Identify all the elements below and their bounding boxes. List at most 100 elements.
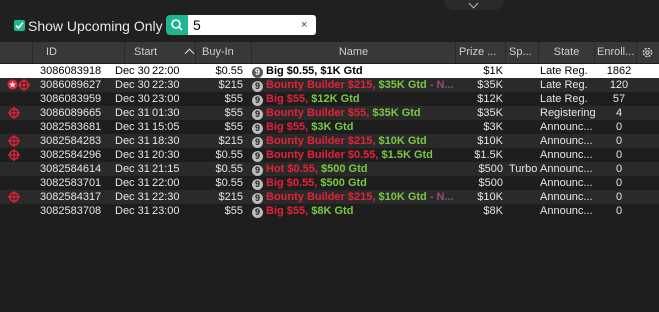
tournament-id: 3082584317 (40, 191, 102, 203)
table-row[interactable]: 3082584296 Dec 31 20:30 $0.55 9 Bounty Builde… (0, 148, 659, 162)
tournament-title: Big $55, (266, 93, 309, 105)
table-row[interactable]: 3086083959 Dec 30 23:00 $55 9 Big $55, $12K G… (0, 92, 659, 106)
start-date: Dec 31 (115, 149, 150, 161)
table-header: ID Start Buy-In Name Prize ... Sp... Sta… (0, 42, 659, 63)
game-type-badge: 9 (252, 67, 263, 78)
show-upcoming-checkbox[interactable] (14, 20, 25, 31)
start-date: Dec 31 (115, 121, 150, 133)
column-header-id[interactable]: ID (33, 42, 125, 63)
clear-search-icon[interactable]: × (301, 19, 307, 31)
table-row[interactable]: 3086089665 Dec 31 01:30 $55 9 Bounty Builder … (0, 106, 659, 120)
name-suffix: - N... (426, 191, 454, 203)
game-type-badge: 9 (252, 81, 263, 92)
start-date: Dec 31 (115, 191, 150, 203)
star-icon (7, 79, 18, 90)
table-row[interactable]: 3086089627 Dec 30 22:30 $215 9 Bounty Builder… (0, 78, 659, 92)
game-type-badge: 9 (252, 109, 263, 120)
enrolled-count: 0 (615, 205, 623, 217)
table-row[interactable]: 3082584283 Dec 31 18:30 $215 9 Bounty Builder… (0, 134, 659, 148)
bounty-target-icon (18, 79, 30, 91)
tournament-title: Big $0.55, (266, 177, 318, 189)
tournament-name: 9 Bounty Builder $0.55, $1.5K Gtd (252, 148, 456, 162)
state: Announc... (540, 163, 593, 175)
state: Late Reg. (540, 93, 588, 105)
bounty-target-icon (8, 149, 20, 161)
state: Late Reg. (540, 65, 588, 77)
table-row[interactable]: 3082584317 Dec 31 22:30 $215 9 Bounty Builder… (0, 190, 659, 204)
tournament-name: 9 Big $55, $3K Gtd (252, 120, 456, 134)
column-header-start-label: Start (134, 46, 158, 58)
game-type-badge: 9 (252, 193, 263, 204)
search-icon (171, 19, 183, 31)
tournament-id: 3086089665 (40, 107, 102, 119)
start-time: 22:30 (152, 191, 180, 203)
buy-in: $0.55 (215, 163, 243, 175)
table-row[interactable]: 3086083918 Dec 30 22:00 $0.55 9 Big $0.55, $1… (0, 64, 659, 78)
tournament-name: 9 Big $0.55, $1K Gtd (252, 64, 456, 78)
tournament-name: 9 Big $0.55, $500 Gtd (252, 176, 456, 190)
tournament-title: Big $55, (266, 121, 309, 133)
buy-in: $55 (224, 93, 243, 105)
tournament-name: 9 Bounty Builder $215, $10K Gtd - N... (252, 190, 456, 204)
tournament-title: Big $55, (266, 205, 309, 217)
tournament-title: Bounty Builder $55, (266, 107, 370, 119)
start-time: 21:15 (152, 163, 180, 175)
buy-in: $55 (224, 205, 243, 217)
column-header-speed[interactable]: Sp... (506, 42, 539, 63)
game-type-badge: 9 (252, 123, 263, 134)
enrolled-count: 0 (615, 149, 623, 161)
tournament-title: Bounty Builder $215, (266, 191, 376, 203)
guarantee-text: $35K Gtd (372, 107, 421, 119)
start-date: Dec 31 (115, 205, 150, 217)
tournament-id: 3086083959 (40, 93, 102, 105)
bounty-target-icon (8, 135, 20, 147)
guarantee-text: $10K Gtd (378, 135, 427, 147)
tournament-title: Bounty Builder $215, (266, 79, 376, 91)
buy-in: $215 (218, 135, 243, 147)
start-time: 01:30 (152, 107, 180, 119)
table-row[interactable]: 3082583681 Dec 31 15:05 $55 9 Big $55, $3K Gt… (0, 120, 659, 134)
table-row[interactable]: 3082583701 Dec 31 22:00 $0.55 9 Big $0.55, $5… (0, 176, 659, 190)
start-time: 22:00 (152, 177, 180, 189)
guarantee-text: $8K Gtd (311, 205, 354, 217)
column-header-prize[interactable]: Prize ... (456, 42, 506, 63)
gear-icon[interactable] (641, 46, 654, 59)
enrolled-count: 0 (615, 135, 623, 147)
search-input[interactable] (188, 15, 316, 35)
guarantee-text: $500 Gtd (320, 177, 367, 189)
start-time: 23:00 (152, 205, 180, 217)
speed: Turbo (509, 163, 538, 175)
column-header-enrolled[interactable]: Enroll... (595, 42, 637, 63)
table-row[interactable]: 3082584614 Dec 31 21:15 $0.55 9 Hot $0.55, $5… (0, 162, 659, 176)
tournament-id: 3082583701 (40, 177, 102, 189)
collapse-tab[interactable] (444, 0, 504, 10)
buy-in: $0.55 (215, 65, 243, 77)
column-header-icons[interactable] (0, 42, 33, 63)
prize-pool: $500 (478, 177, 503, 189)
show-upcoming-label[interactable]: Show Upcoming Only (28, 18, 163, 34)
prize-pool: $35K (477, 79, 503, 91)
column-header-name[interactable]: Name (252, 42, 456, 63)
buy-in: $215 (218, 79, 243, 91)
column-header-buyin[interactable]: Buy-In (196, 42, 252, 63)
state: Announc... (540, 121, 593, 133)
guarantee-text: $1.5K Gtd (381, 149, 433, 161)
tournament-id: 3082583708 (40, 205, 102, 217)
name-suffix: - N... (426, 79, 454, 91)
search-button[interactable] (166, 15, 188, 35)
prize-pool: $1.5K (474, 149, 503, 161)
table-row[interactable]: 3082583708 Dec 31 23:00 $55 9 Big $55, $8K Gt… (0, 204, 659, 218)
start-time: 18:30 (152, 135, 180, 147)
game-type-badge: 9 (252, 151, 263, 162)
start-date: Dec 31 (115, 135, 150, 147)
enrolled-count: 120 (609, 79, 629, 91)
column-header-state[interactable]: State (539, 42, 595, 63)
guarantee-text: $35K Gtd (378, 79, 427, 91)
tournament-title: Big $0.55, (266, 65, 318, 77)
checkmark-icon (15, 21, 24, 30)
start-date: Dec 30 (115, 65, 150, 77)
state: Registering (540, 107, 596, 119)
tournament-id: 3082584614 (40, 163, 102, 175)
guarantee-text: $500 Gtd (321, 163, 368, 175)
guarantee-text: $1K Gtd (320, 65, 363, 77)
